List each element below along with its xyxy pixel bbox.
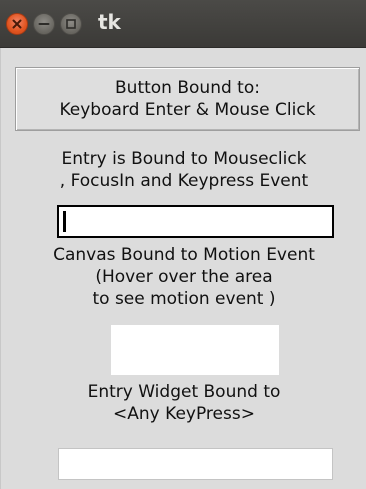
- entry-label-line1: Entry is Bound to Mouseclick: [61, 149, 307, 169]
- maximize-button[interactable]: [60, 13, 82, 35]
- keypress-entry-field[interactable]: [58, 448, 333, 480]
- canvas-label: Canvas Bound to Motion Event (Hover over…: [1, 244, 366, 310]
- button-label-line2: Keyboard Enter & Mouse Click: [59, 100, 316, 120]
- canvas-label-line2: (Hover over the area: [95, 267, 273, 287]
- button-label-line1: Button Bound to:: [115, 78, 260, 98]
- close-button[interactable]: [6, 13, 28, 35]
- close-icon: [12, 19, 22, 29]
- title-bar[interactable]: tk: [0, 0, 366, 48]
- bound-button[interactable]: Button Bound to: Keyboard Enter & Mouse …: [15, 67, 360, 131]
- entry-label-line2: , FocusIn and Keypress Event: [59, 171, 309, 191]
- entry-label: Entry is Bound to Mouseclick , FocusIn a…: [1, 148, 366, 192]
- text-cursor: [63, 211, 66, 232]
- entry2-label-line1: Entry Widget Bound to: [87, 382, 281, 402]
- canvas-label-line1: Canvas Bound to Motion Event: [53, 245, 315, 265]
- entry2-label: Entry Widget Bound to <Any KeyPress>: [1, 381, 366, 425]
- canvas-label-line3: to see motion event ): [92, 289, 276, 309]
- maximize-icon: [66, 19, 76, 29]
- motion-canvas[interactable]: [111, 325, 279, 375]
- minimize-button[interactable]: [33, 13, 55, 35]
- app-window: tk Button Bound to: Keyboard Enter & Mou…: [0, 0, 366, 489]
- bound-entry-field[interactable]: [57, 205, 334, 238]
- window-content: Button Bound to: Keyboard Enter & Mouse …: [0, 48, 366, 489]
- entry2-label-line2: <Any KeyPress>: [113, 404, 255, 424]
- window-title: tk: [98, 10, 121, 34]
- minimize-icon: [38, 23, 50, 25]
